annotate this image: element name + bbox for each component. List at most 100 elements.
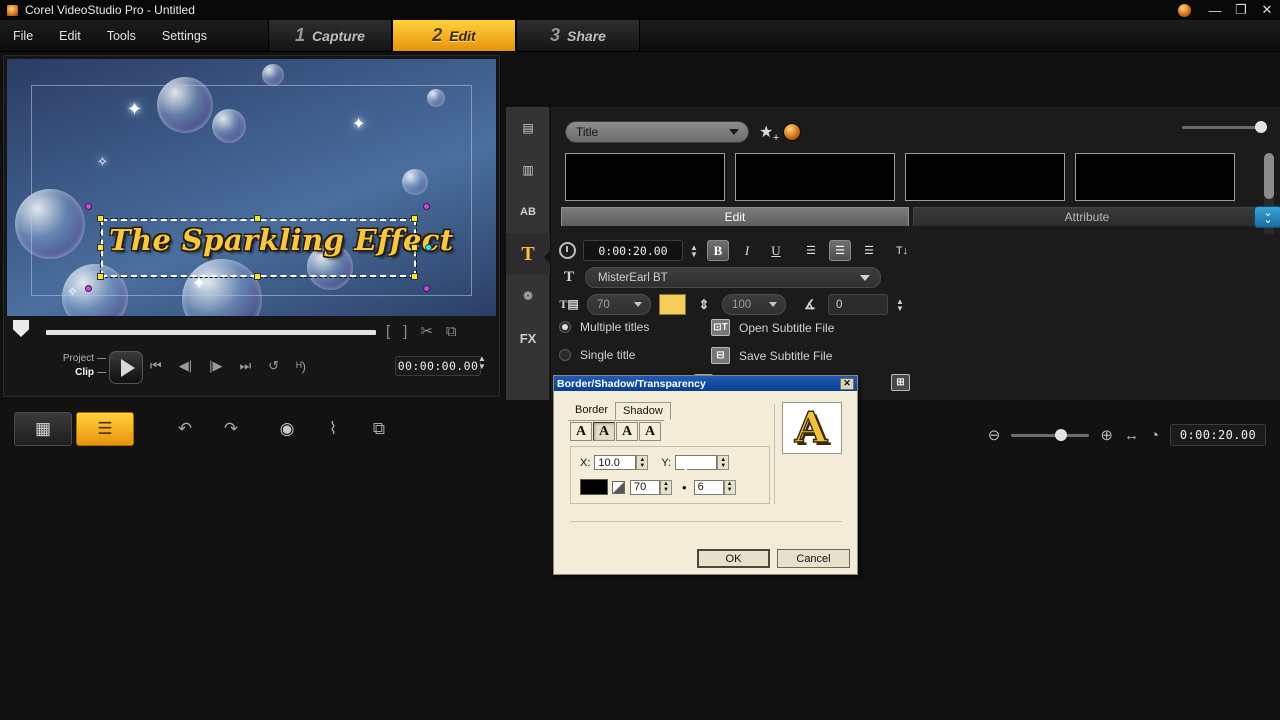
single-title-option[interactable]: Single title xyxy=(559,348,635,362)
align-left-icon[interactable]: ☰ xyxy=(800,240,822,261)
resize-handle-sw[interactable] xyxy=(97,273,104,280)
gradient-picker-icon[interactable] xyxy=(612,480,625,494)
resize-handle-e[interactable] xyxy=(411,244,418,251)
minimize-button[interactable]: — xyxy=(1202,0,1228,20)
duration-stepper[interactable]: ▲ ▼ xyxy=(690,243,700,258)
library-category-select[interactable]: Title xyxy=(565,121,749,143)
library-item[interactable] xyxy=(565,153,725,201)
title-icon[interactable]: T xyxy=(506,233,551,275)
project-duration-field[interactable]: 0:00:20.00 xyxy=(1170,424,1266,446)
multiple-titles-radio[interactable] xyxy=(559,321,571,333)
cut-clip-icon[interactable]: ✂ xyxy=(420,322,433,340)
extrude-shadow-button[interactable]: A xyxy=(639,422,661,441)
library-size-slider[interactable] xyxy=(1182,121,1267,133)
resize-handle-nw[interactable] xyxy=(97,215,104,222)
title-object[interactable]: The Sparkling Effect xyxy=(85,203,453,292)
record-capture-icon[interactable]: ◉ xyxy=(264,412,310,446)
vertical-text-icon[interactable]: T↓ xyxy=(891,240,913,261)
underline-button[interactable]: U xyxy=(765,240,787,261)
copy-clip-icon[interactable]: ⧉ xyxy=(446,323,457,340)
batch-convert-icon[interactable]: ⧉ xyxy=(356,412,402,446)
tab-shadow[interactable]: Shadow xyxy=(615,402,671,420)
align-center-icon[interactable]: ☰ xyxy=(829,240,851,261)
rotate-handle-ne[interactable] xyxy=(423,203,430,210)
step-edit[interactable]: 2 Edit xyxy=(392,20,516,51)
resize-handle-n[interactable] xyxy=(254,215,261,222)
font-color-swatch[interactable] xyxy=(659,294,686,315)
dialog-close-button[interactable]: ✕ xyxy=(840,377,854,390)
save-subtitle-button[interactable]: ⊟ Save Subtitle File xyxy=(711,347,832,364)
fx-icon[interactable]: FX xyxy=(506,317,550,359)
menu-file[interactable]: File xyxy=(0,20,46,52)
maximize-button[interactable]: ❐ xyxy=(1228,0,1254,20)
audio-mixer-icon[interactable]: ⌇ xyxy=(310,412,356,446)
distort-handle-e[interactable] xyxy=(425,244,432,251)
project-clip-toggle[interactable]: Project Clip xyxy=(56,352,106,380)
softness-input[interactable]: 6 xyxy=(693,479,724,495)
step-capture[interactable]: 1 Capture xyxy=(268,20,392,51)
zoom-slider[interactable] xyxy=(1011,428,1090,441)
volume-icon[interactable]: ᴴ) xyxy=(296,359,306,374)
mark-out-icon[interactable]: ] xyxy=(403,323,407,340)
zoom-out-icon[interactable]: ⊖ xyxy=(988,426,1001,444)
menu-tools[interactable]: Tools xyxy=(94,20,149,52)
slider-knob[interactable] xyxy=(1055,428,1068,441)
mark-in-icon[interactable]: [ xyxy=(386,323,390,340)
scrub-playhead[interactable] xyxy=(13,320,29,337)
drop-shadow-button[interactable]: A xyxy=(593,422,615,441)
shadow-y-stepper[interactable]: ▲ ▼ xyxy=(717,455,730,470)
bold-button[interactable]: B xyxy=(707,240,729,261)
zoom-in-icon[interactable]: ⊕ xyxy=(1100,426,1113,444)
font-family-select[interactable]: MisterEarl BT xyxy=(585,267,881,288)
rotate-handle-sw[interactable] xyxy=(85,285,92,292)
library-item[interactable] xyxy=(735,153,895,201)
resize-handle-w[interactable] xyxy=(97,244,104,251)
grid-settings-button[interactable]: ⊞ xyxy=(891,374,910,391)
library-options-icon[interactable] xyxy=(783,123,802,141)
undo-icon[interactable]: ↶ xyxy=(162,412,208,446)
align-right-icon[interactable]: ☰ xyxy=(858,240,880,261)
close-button[interactable]: ✕ xyxy=(1254,0,1280,20)
media-icon[interactable]: ▤ xyxy=(506,107,550,149)
menu-settings[interactable]: Settings xyxy=(149,20,220,52)
redo-icon[interactable]: ↷ xyxy=(208,412,254,446)
title-duration-field[interactable]: 0:00:20.00 xyxy=(583,240,683,261)
line-spacing-select[interactable]: 100 xyxy=(722,294,786,315)
softness-stepper[interactable]: ▲ ▼ xyxy=(723,479,736,495)
help-orb-icon[interactable] xyxy=(1177,2,1192,18)
tab-edit[interactable]: Edit xyxy=(561,207,909,226)
video-preview[interactable]: ✦ ✧ ✦ ✦ ✧ The Sparkling Effect xyxy=(7,59,496,316)
fit-project-icon[interactable]: ↔ xyxy=(1124,427,1139,444)
no-shadow-button[interactable]: A xyxy=(570,422,592,441)
resize-handle-se[interactable] xyxy=(411,273,418,280)
rotate-handle-nw[interactable] xyxy=(85,203,92,210)
ok-button[interactable]: OK xyxy=(697,549,770,568)
jump-end-icon[interactable]: ⏭ xyxy=(239,358,251,374)
add-favorite-icon[interactable]: ★ + xyxy=(759,122,779,144)
transition-icon[interactable]: AB xyxy=(506,191,550,233)
font-size-select[interactable]: 70 xyxy=(587,294,651,315)
collapse-panel-button[interactable]: ⌄ ⌄ xyxy=(1254,206,1280,228)
shadow-x-stepper[interactable]: ▲ ▼ xyxy=(636,455,649,470)
clock-icon[interactable]: ◔ xyxy=(1150,427,1159,444)
scrub-track[interactable] xyxy=(46,330,376,335)
timeline-view-button[interactable]: ☰ xyxy=(76,412,134,446)
open-subtitle-button[interactable]: ⊡T Open Subtitle File xyxy=(711,319,834,336)
scrollbar-thumb[interactable] xyxy=(1264,153,1274,199)
tab-attribute[interactable]: Attribute xyxy=(913,207,1261,226)
cancel-button[interactable]: Cancel xyxy=(777,549,850,568)
jump-start-icon[interactable]: ⏮ xyxy=(150,358,162,374)
transparency-stepper[interactable]: ▲ ▼ xyxy=(660,479,672,495)
library-item[interactable] xyxy=(905,153,1065,201)
resize-handle-s[interactable] xyxy=(254,273,261,280)
prev-frame-icon[interactable]: ◀| xyxy=(179,358,192,374)
slider-knob[interactable] xyxy=(1255,121,1267,133)
step-share[interactable]: 3 Share xyxy=(516,20,640,51)
menu-edit[interactable]: Edit xyxy=(46,20,94,52)
next-frame-icon[interactable]: |▶ xyxy=(209,358,222,374)
tab-border[interactable]: Border xyxy=(568,402,615,419)
video-filter-icon[interactable]: ▥ xyxy=(506,149,550,191)
graphic-icon[interactable]: ❁ xyxy=(506,275,550,317)
rotation-field[interactable]: 0 xyxy=(828,294,888,315)
storyboard-view-button[interactable]: ▦ xyxy=(14,412,72,446)
